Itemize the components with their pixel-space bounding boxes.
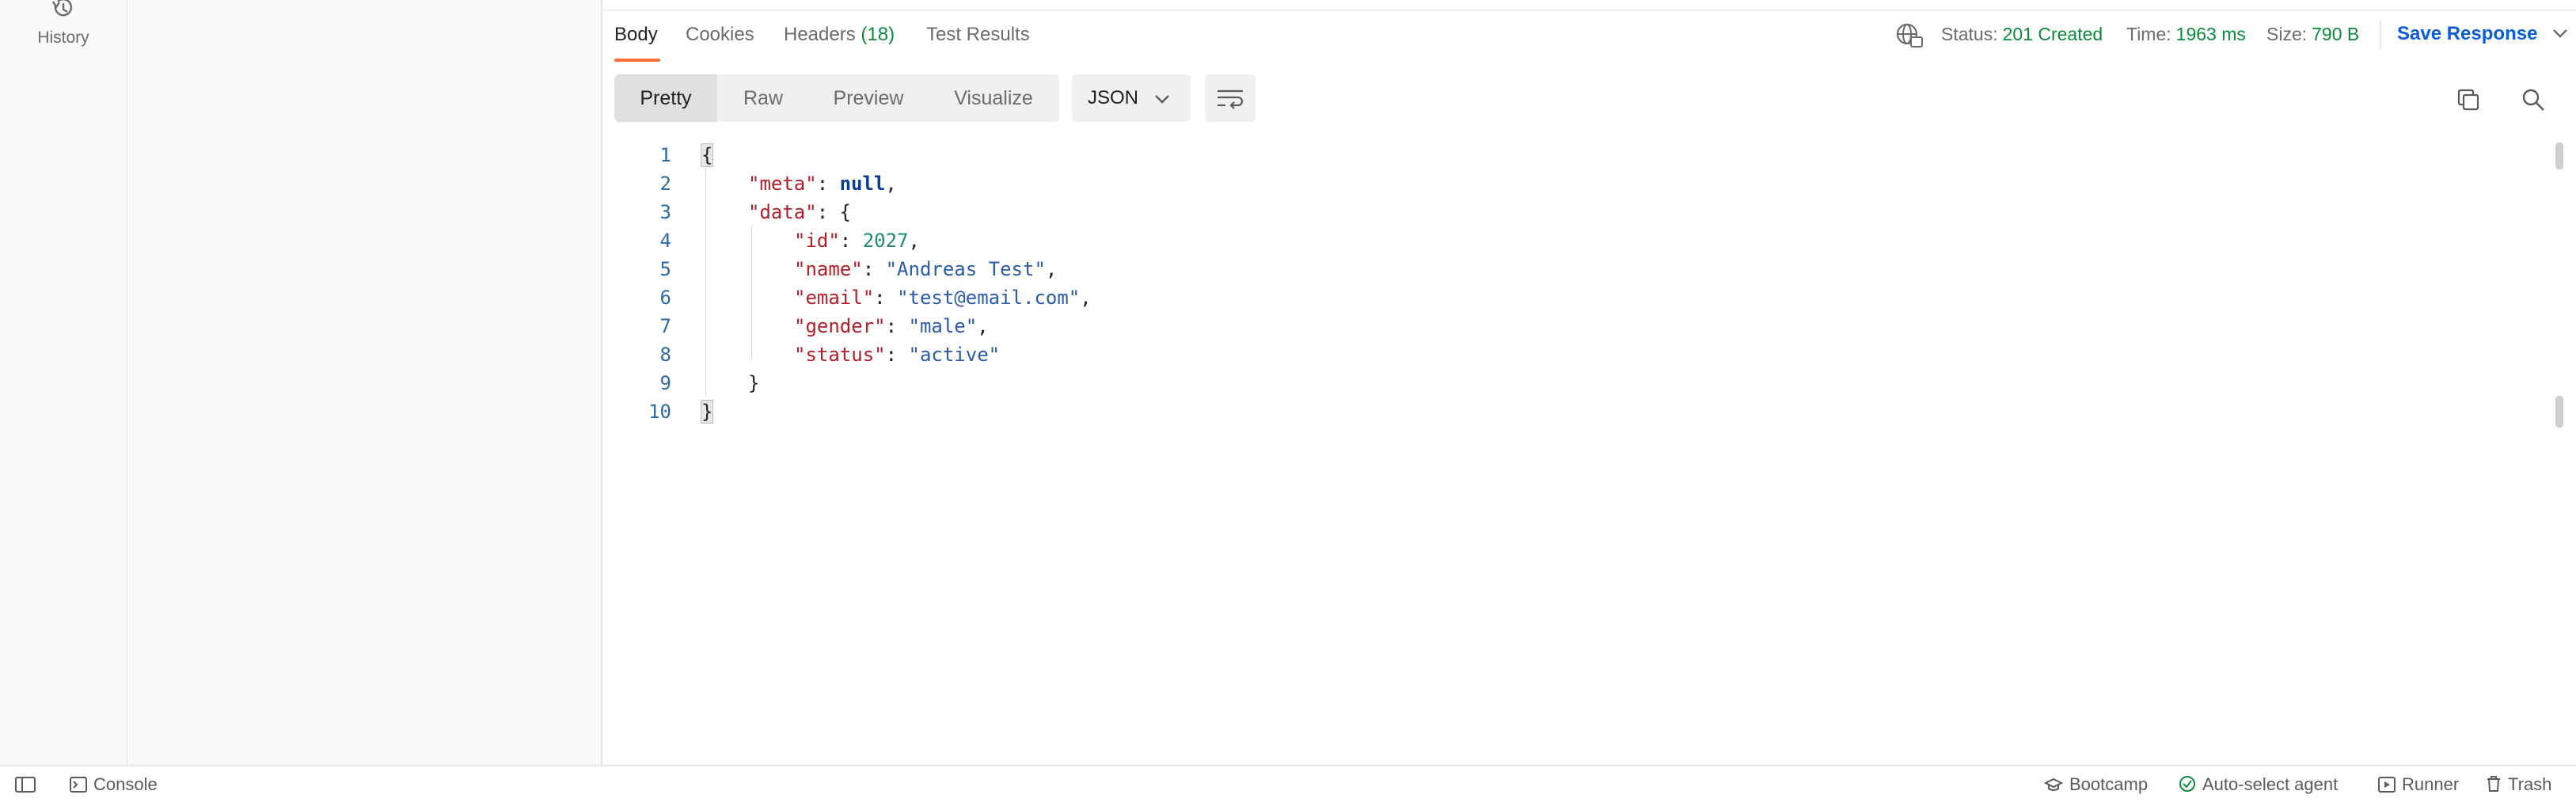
status-readout: Status: 201 Created (1941, 24, 2103, 44)
bootcamp-icon (2043, 777, 2064, 791)
toggle-sidebar-icon[interactable] (14, 776, 36, 793)
line-number: 10 (648, 401, 671, 423)
network-globe-icon[interactable] (1895, 22, 1924, 49)
console-button[interactable]: Console (70, 774, 158, 795)
trash-button[interactable]: Trash (2486, 774, 2551, 795)
tab-test-results[interactable]: Test Results (926, 24, 1030, 46)
status-value: 201 Created (2002, 24, 2103, 44)
code-line: "status": "active" (794, 344, 1001, 366)
size-value: 790 B (2312, 24, 2360, 44)
line-number: 9 (659, 372, 671, 394)
scrollbar-thumb[interactable] (2555, 143, 2563, 169)
divider (602, 10, 2576, 11)
code-line: "name": "Andreas Test", (794, 258, 1058, 280)
view-preview[interactable]: Preview (809, 74, 928, 122)
line-number: 3 (659, 201, 671, 223)
auto-select-agent-button[interactable]: Auto-select agent (2179, 774, 2338, 795)
code-line: { (700, 143, 714, 167)
line-number: 2 (659, 173, 671, 195)
copy-icon[interactable] (2456, 87, 2481, 112)
time-readout: Time: 1963 ms (2126, 24, 2246, 44)
line-number: 5 (659, 258, 671, 280)
line-number: 1 (659, 144, 671, 166)
headers-count: (18) (861, 24, 895, 45)
code-line: "id": 2027, (794, 230, 920, 252)
sidebar-rail: History (0, 0, 127, 765)
code-line: } (748, 372, 760, 394)
left-panel (127, 0, 602, 765)
view-visualize[interactable]: Visualize (928, 74, 1059, 122)
bootcamp-button[interactable]: Bootcamp (2043, 774, 2148, 795)
trash-icon (2487, 776, 2500, 792)
history-label: History (37, 29, 89, 47)
scrollbar-thumb[interactable] (2555, 396, 2563, 428)
active-tab-indicator (614, 59, 660, 62)
wrap-lines-icon (1218, 89, 1244, 109)
line-number: 8 (659, 344, 671, 366)
runner-button[interactable]: Runner (2378, 774, 2459, 795)
line-number: 7 (659, 315, 671, 337)
console-icon (70, 777, 87, 793)
view-pretty[interactable]: Pretty (614, 74, 717, 122)
divider (2380, 21, 2381, 49)
tab-body[interactable]: Body (614, 24, 658, 46)
format-dropdown-label: JSON (1088, 87, 1139, 108)
chevron-down-icon (2553, 29, 2567, 38)
wrap-lines-button[interactable] (1205, 74, 1256, 122)
response-body-editor[interactable] (614, 135, 2546, 752)
search-icon[interactable] (2521, 87, 2546, 112)
line-number: 4 (659, 230, 671, 252)
runner-icon (2378, 777, 2396, 793)
tab-headers[interactable]: Headers (18) (784, 24, 895, 46)
code-line: "email": "test@email.com", (794, 287, 1092, 309)
tab-headers-label: Headers (784, 24, 856, 45)
code-line: "meta": null, (748, 173, 897, 195)
chevron-down-icon (1155, 95, 1169, 104)
code-line: } (700, 400, 714, 424)
tab-cookies[interactable]: Cookies (686, 24, 754, 46)
check-circle-icon (2179, 776, 2195, 792)
code-line: "data": { (748, 201, 852, 223)
indent-guide (705, 158, 706, 396)
line-number: 6 (659, 287, 671, 309)
time-value: 1963 ms (2175, 24, 2246, 44)
indent-guide (751, 225, 752, 359)
size-readout: Size: 790 B (2266, 24, 2360, 44)
save-response-button[interactable]: Save Response (2397, 23, 2568, 45)
view-raw[interactable]: Raw (717, 74, 809, 122)
history-icon (51, 0, 73, 17)
code-line: "gender": "male", (794, 315, 989, 337)
